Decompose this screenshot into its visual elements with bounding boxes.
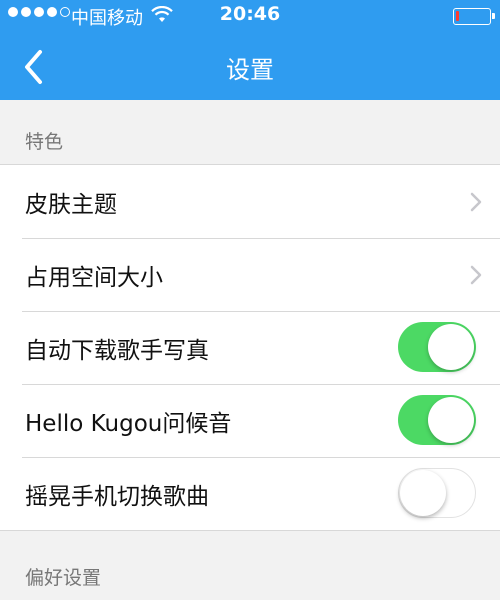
row-label: 占用空间大小: [25, 264, 163, 291]
chevron-right-icon: [470, 265, 482, 285]
toggle-knob: [400, 470, 446, 516]
settings-row-skin-theme[interactable]: 皮肤主题: [0, 165, 500, 238]
settings-row-auto-download-photos: 自动下载歌手写真: [0, 311, 500, 384]
header-bar: 中国移动 20:46 设置: [0, 0, 500, 100]
row-label: 皮肤主题: [25, 191, 117, 218]
settings-row-storage-size[interactable]: 占用空间大小: [0, 238, 500, 311]
settings-row-shake-to-switch: 摇晃手机切换歌曲: [0, 457, 500, 530]
toggle-auto-download-photos[interactable]: [398, 322, 476, 372]
toggle-shake-to-switch[interactable]: [398, 468, 476, 518]
toggle-hello-kugou-greeting[interactable]: [398, 395, 476, 445]
battery-level: [456, 11, 459, 21]
status-time: 20:46: [219, 3, 281, 25]
chevron-right-icon: [470, 192, 482, 212]
settings-row-hello-kugou-greeting: Hello Kugou问候音: [0, 384, 500, 457]
settings-list-features: 皮肤主题 占用空间大小 自动下载歌手写真 Hello Kugou问候音 摇晃手机…: [0, 164, 500, 531]
page-title: 设置: [226, 56, 274, 84]
toggle-knob: [428, 397, 474, 443]
status-bar: 中国移动 20:46: [0, 0, 500, 32]
section-header-preferences: 偏好设置: [25, 567, 102, 589]
battery-icon: [453, 8, 495, 25]
section-header-features: 特色: [25, 131, 64, 153]
toggle-knob: [428, 324, 474, 370]
